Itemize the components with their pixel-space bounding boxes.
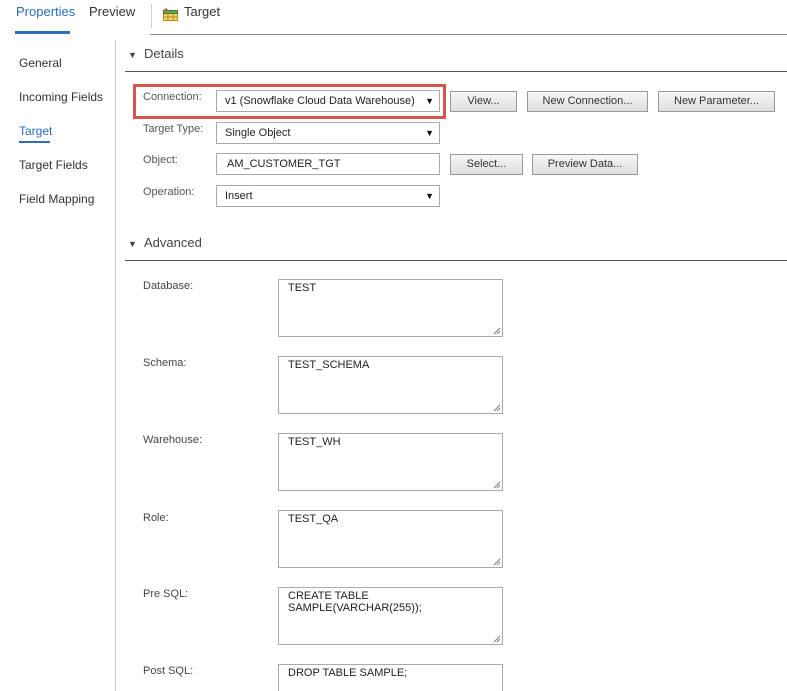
post-sql-label: Post SQL: xyxy=(143,665,194,677)
schema-textarea[interactable]: TEST_SCHEMA xyxy=(278,356,503,414)
target-type-label: Target Type: xyxy=(143,123,204,135)
tab-properties[interactable]: Properties xyxy=(16,4,75,19)
tab-properties-underline xyxy=(15,31,70,34)
select-object-button[interactable]: Select... xyxy=(450,154,523,175)
advanced-section-title[interactable]: Advanced xyxy=(144,235,202,250)
advanced-collapse-icon[interactable]: ▼ xyxy=(128,239,137,249)
view-button[interactable]: View... xyxy=(450,91,517,112)
chevron-down-icon: ▼ xyxy=(425,191,434,201)
target-table-icon xyxy=(163,8,178,21)
chevron-down-icon: ▼ xyxy=(425,96,434,106)
tab-preview[interactable]: Preview xyxy=(89,4,135,19)
nav-item-target-fields[interactable]: Target Fields xyxy=(19,158,88,172)
new-parameter-button[interactable]: New Parameter... xyxy=(658,91,775,112)
warehouse-textarea[interactable]: TEST_WH xyxy=(278,433,503,491)
schema-label: Schema: xyxy=(143,357,187,369)
warehouse-label: Warehouse: xyxy=(143,434,202,446)
database-textarea[interactable]: TEST xyxy=(278,279,503,337)
connection-select-value: v1 (Snowflake Cloud Data Warehouse) xyxy=(225,95,415,107)
connection-label: Connection: xyxy=(143,91,202,103)
database-value: TEST xyxy=(288,282,317,294)
nav-item-field-mapping[interactable]: Field Mapping xyxy=(19,192,94,206)
details-section-title[interactable]: Details xyxy=(144,46,184,61)
new-connection-button[interactable]: New Connection... xyxy=(527,91,648,112)
chevron-down-icon: ▼ xyxy=(425,128,434,138)
tab-divider xyxy=(151,4,152,28)
tab-bar-rule xyxy=(150,34,787,35)
post-sql-textarea[interactable]: DROP TABLE SAMPLE; xyxy=(278,664,503,691)
role-label: Role: xyxy=(143,512,169,524)
pre-sql-label: Pre SQL: xyxy=(143,588,189,600)
details-rule xyxy=(125,71,787,72)
target-type-select[interactable]: Single Object ▼ xyxy=(216,122,440,144)
nav-item-general[interactable]: General xyxy=(19,56,62,70)
database-label: Database: xyxy=(143,280,194,292)
preview-data-button[interactable]: Preview Data... xyxy=(532,154,638,175)
pre-sql-textarea[interactable]: CREATE TABLE SAMPLE(VARCHAR(255)); xyxy=(278,587,503,645)
object-field[interactable]: AM_CUSTOMER_TGT xyxy=(216,153,440,175)
role-textarea[interactable]: TEST_QA xyxy=(278,510,503,568)
operation-select[interactable]: Insert ▼ xyxy=(216,185,440,207)
schema-value: TEST_SCHEMA xyxy=(288,359,370,371)
warehouse-value: TEST_WH xyxy=(288,436,341,448)
target-type-select-value: Single Object xyxy=(225,127,291,139)
operation-label: Operation: xyxy=(143,186,195,198)
tab-target[interactable]: Target xyxy=(184,4,220,19)
connection-select[interactable]: v1 (Snowflake Cloud Data Warehouse) ▼ xyxy=(216,90,440,112)
resize-grip-icon[interactable] xyxy=(493,635,501,643)
nav-divider xyxy=(115,40,116,691)
details-collapse-icon[interactable]: ▼ xyxy=(128,50,137,60)
object-label: Object: xyxy=(143,154,178,166)
advanced-rule xyxy=(125,260,787,261)
resize-grip-icon[interactable] xyxy=(493,327,501,335)
pre-sql-value: CREATE TABLE SAMPLE(VARCHAR(255)); xyxy=(288,590,422,614)
nav-active-underline xyxy=(19,141,50,143)
nav-item-incoming-fields[interactable]: Incoming Fields xyxy=(19,90,103,104)
operation-select-value: Insert xyxy=(225,190,253,202)
resize-grip-icon[interactable] xyxy=(493,558,501,566)
resize-grip-icon[interactable] xyxy=(493,481,501,489)
role-value: TEST_QA xyxy=(288,513,339,525)
resize-grip-icon[interactable] xyxy=(493,404,501,412)
post-sql-value: DROP TABLE SAMPLE; xyxy=(288,667,408,679)
nav-item-target[interactable]: Target xyxy=(19,124,52,138)
